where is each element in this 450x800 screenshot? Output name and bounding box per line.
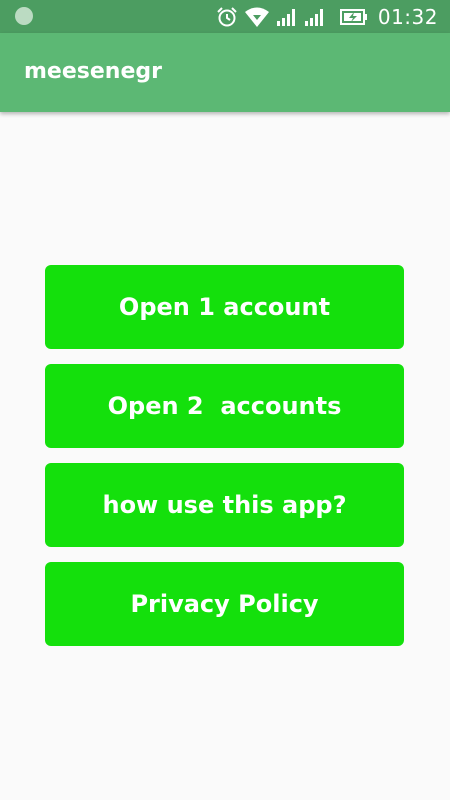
button-label: Open 1 account — [118, 293, 331, 321]
app-bar: meesenegr — [0, 33, 450, 112]
button-label: Open 2 accounts — [107, 392, 342, 420]
app-title: meesenegr — [24, 59, 162, 84]
wifi-icon — [244, 6, 270, 28]
signal-icon — [276, 7, 298, 27]
battery-charging-icon — [339, 8, 368, 26]
button-label: Privacy Policy — [130, 590, 319, 618]
how-to-use-button[interactable]: how use this app? — [45, 463, 404, 547]
button-label: how use this app? — [102, 491, 347, 519]
status-time: 01:32 — [377, 4, 438, 29]
signal-icon — [304, 7, 326, 27]
open-1-account-button[interactable]: Open 1 account — [45, 265, 404, 349]
screen: 01:32 meesenegr Open 1 account Open 2 ac… — [0, 0, 450, 800]
notification-dot-icon — [15, 7, 33, 25]
status-icons: 01:32 — [216, 0, 450, 33]
open-2-accounts-button[interactable]: Open 2 accounts — [45, 364, 404, 448]
alarm-icon — [216, 6, 238, 28]
privacy-policy-button[interactable]: Privacy Policy — [45, 562, 404, 646]
status-bar: 01:32 — [0, 0, 450, 33]
